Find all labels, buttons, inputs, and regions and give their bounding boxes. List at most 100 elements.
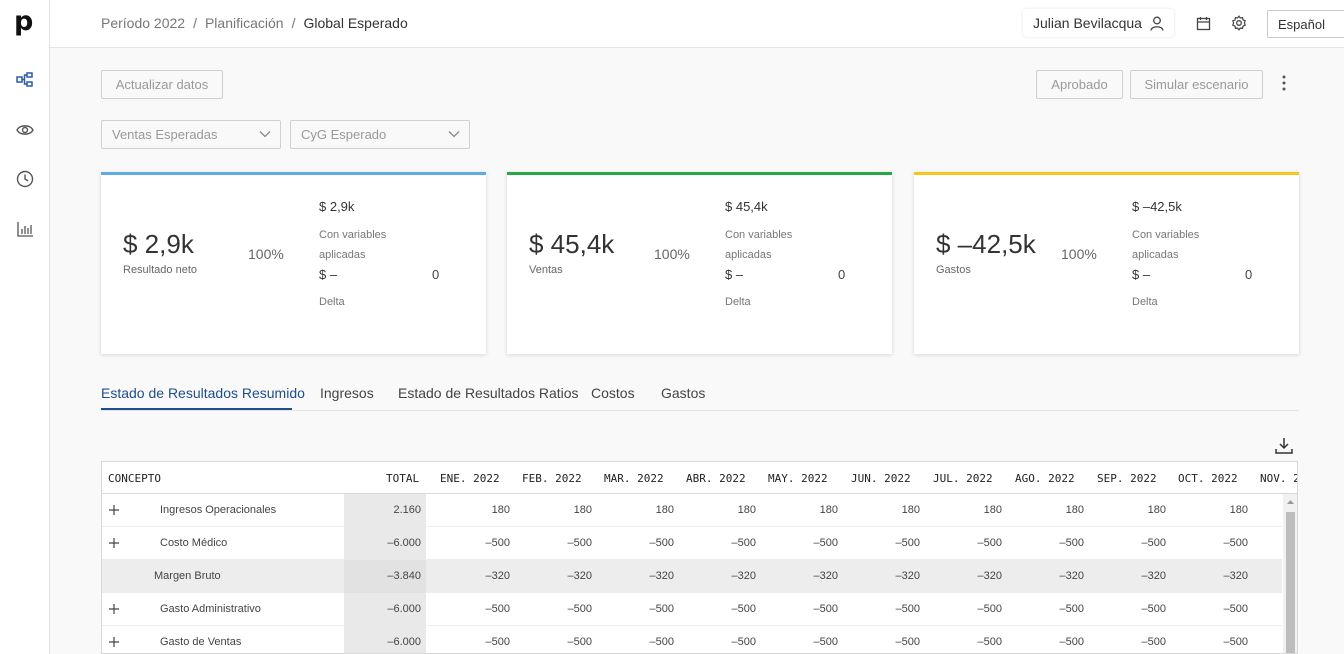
table-row[interactable]: Gasto Administrativo –6.000 –500 –500 –500 –5… xyxy=(102,593,1282,626)
card-delta-label: Delta xyxy=(725,296,751,308)
row-month-value: –500 xyxy=(649,537,674,549)
column-header[interactable]: ENE. 2022 xyxy=(440,472,500,485)
column-header[interactable]: MAY. 2022 xyxy=(768,472,828,485)
card-percent: 100% xyxy=(1061,246,1097,262)
bar-chart-icon[interactable] xyxy=(15,219,35,239)
row-month-value: –500 xyxy=(567,603,592,615)
tab-ratios[interactable]: Estado de Resultados Ratios xyxy=(398,385,579,401)
column-header[interactable]: FEB. 2022 xyxy=(522,472,582,485)
simulate-scenario-button[interactable]: Simular escenario xyxy=(1130,70,1263,99)
card-applied-value: $ 45,4k xyxy=(725,199,768,214)
refresh-data-button[interactable]: Actualizar datos xyxy=(101,70,223,99)
row-total: –6.000 xyxy=(387,636,421,648)
net-result-card: $ 2,9k Resultado neto 100% $ 2,9k Con va… xyxy=(101,172,486,354)
row-concept: Costo Médico xyxy=(160,537,228,549)
tab-expenses[interactable]: Gastos xyxy=(661,385,705,401)
row-month-value: –500 xyxy=(1223,636,1248,648)
row-concept: Margen Bruto xyxy=(154,570,221,582)
column-header[interactable]: TOTAL xyxy=(386,472,419,485)
clock-icon[interactable] xyxy=(15,169,35,189)
breadcrumb-planning[interactable]: Planificación xyxy=(205,15,284,31)
chevron-down-icon xyxy=(448,131,460,138)
expand-plus-icon[interactable] xyxy=(108,636,120,648)
table-row[interactable]: Gasto de Ventas –6.000 –500 –500 –500 –500 –50… xyxy=(102,626,1282,653)
row-month-value: 180 xyxy=(1065,504,1084,516)
column-header[interactable]: JUN. 2022 xyxy=(851,472,911,485)
row-month-value: –500 xyxy=(977,636,1002,648)
table-scrollbar[interactable] xyxy=(1283,494,1297,653)
row-month-value: –320 xyxy=(1223,570,1248,582)
row-month-value: –500 xyxy=(895,603,920,615)
card-applied-value: $ 2,9k xyxy=(319,199,355,214)
card-label: Ventas xyxy=(529,264,563,276)
tab-costs[interactable]: Costos xyxy=(591,385,635,401)
card-delta-label: Delta xyxy=(319,296,345,308)
sidebar: p xyxy=(0,0,50,654)
card-delta-number: 0 xyxy=(1245,267,1253,282)
column-header[interactable]: AGO. 2022 xyxy=(1015,472,1075,485)
chevron-down-icon xyxy=(259,131,271,138)
scroll-up-icon[interactable] xyxy=(1286,499,1295,505)
tab-summary[interactable]: Estado de Resultados Resumido xyxy=(101,385,305,401)
breadcrumb: Período 2022 / Planificación / Global Es… xyxy=(101,15,408,31)
table-row[interactable]: Margen Bruto –3.840 –320 –320 –320 –320 –320 –3… xyxy=(102,560,1282,593)
scrollbar-thumb[interactable] xyxy=(1286,512,1295,653)
row-month-value: 180 xyxy=(1147,504,1166,516)
sales-scenario-select[interactable]: Ventas Esperadas xyxy=(101,120,281,149)
hierarchy-icon[interactable] xyxy=(15,70,35,90)
language-value: Español xyxy=(1278,17,1325,32)
row-month-value: –500 xyxy=(485,636,510,648)
row-month-value: –500 xyxy=(1059,636,1084,648)
app-logo[interactable]: p xyxy=(14,8,38,36)
column-header[interactable]: SEP. 2022 xyxy=(1097,472,1157,485)
eye-icon[interactable] xyxy=(15,120,35,140)
row-month-value: 180 xyxy=(1229,504,1248,516)
card-label: Gastos xyxy=(936,264,971,276)
results-table: CONCEPTO TOTAL ENE. 2022 FEB. 2022 MAR. 2022… xyxy=(101,461,1298,654)
row-month-value: –500 xyxy=(567,537,592,549)
approved-button[interactable]: Aprobado xyxy=(1036,70,1123,99)
row-month-value: 180 xyxy=(737,504,756,516)
row-month-value: 180 xyxy=(491,504,510,516)
row-concept: Gasto Administrativo xyxy=(160,603,261,615)
user-menu[interactable]: Julian Bevilacqua xyxy=(1023,9,1174,37)
row-month-value: –320 xyxy=(485,570,510,582)
breadcrumb-period[interactable]: Período 2022 xyxy=(101,15,185,31)
column-header[interactable]: JUL. 2022 xyxy=(933,472,993,485)
row-month-value: –320 xyxy=(731,570,756,582)
column-header[interactable]: MAR. 2022 xyxy=(604,472,664,485)
column-header[interactable]: ABR. 2022 xyxy=(686,472,746,485)
row-month-value: –500 xyxy=(813,636,838,648)
column-header[interactable]: OCT. 2022 xyxy=(1178,472,1238,485)
row-month-value: 180 xyxy=(819,504,838,516)
row-month-value: 180 xyxy=(983,504,1002,516)
card-value: $ 45,4k xyxy=(529,229,615,259)
card-delta-number: 0 xyxy=(432,267,440,282)
pl-scenario-select[interactable]: CyG Esperado xyxy=(290,120,470,149)
gear-icon[interactable] xyxy=(1230,14,1248,32)
expand-plus-icon[interactable] xyxy=(108,504,120,516)
table-row[interactable]: Ingresos Operacionales 2.160 180 180 180 180 1… xyxy=(102,494,1282,527)
row-month-value: –500 xyxy=(731,603,756,615)
language-select[interactable]: Español xyxy=(1267,10,1344,38)
calendar-icon[interactable] xyxy=(1194,14,1212,32)
expand-plus-icon[interactable] xyxy=(108,603,120,615)
card-applied-value: $ –42,5k xyxy=(1132,199,1182,214)
row-month-value: –500 xyxy=(1223,603,1248,615)
expand-plus-icon[interactable] xyxy=(108,537,120,549)
row-month-value: 180 xyxy=(655,504,674,516)
card-label: Resultado neto xyxy=(123,264,197,276)
more-options-icon[interactable] xyxy=(1278,73,1290,95)
row-total: 2.160 xyxy=(393,504,421,516)
table-row[interactable]: Costo Médico –6.000 –500 –500 –500 –500 –500 –5… xyxy=(102,527,1282,560)
column-header[interactable]: NOV. 2 xyxy=(1260,472,1297,485)
row-concept: Gasto de Ventas xyxy=(160,636,242,648)
row-month-value: –320 xyxy=(1059,570,1084,582)
row-month-value: –500 xyxy=(731,636,756,648)
row-month-value: 180 xyxy=(573,504,592,516)
user-icon xyxy=(1150,16,1164,31)
tab-income[interactable]: Ingresos xyxy=(320,385,374,401)
download-icon[interactable] xyxy=(1274,436,1294,456)
row-month-value: –500 xyxy=(1223,537,1248,549)
row-concept: Ingresos Operacionales xyxy=(160,504,277,516)
